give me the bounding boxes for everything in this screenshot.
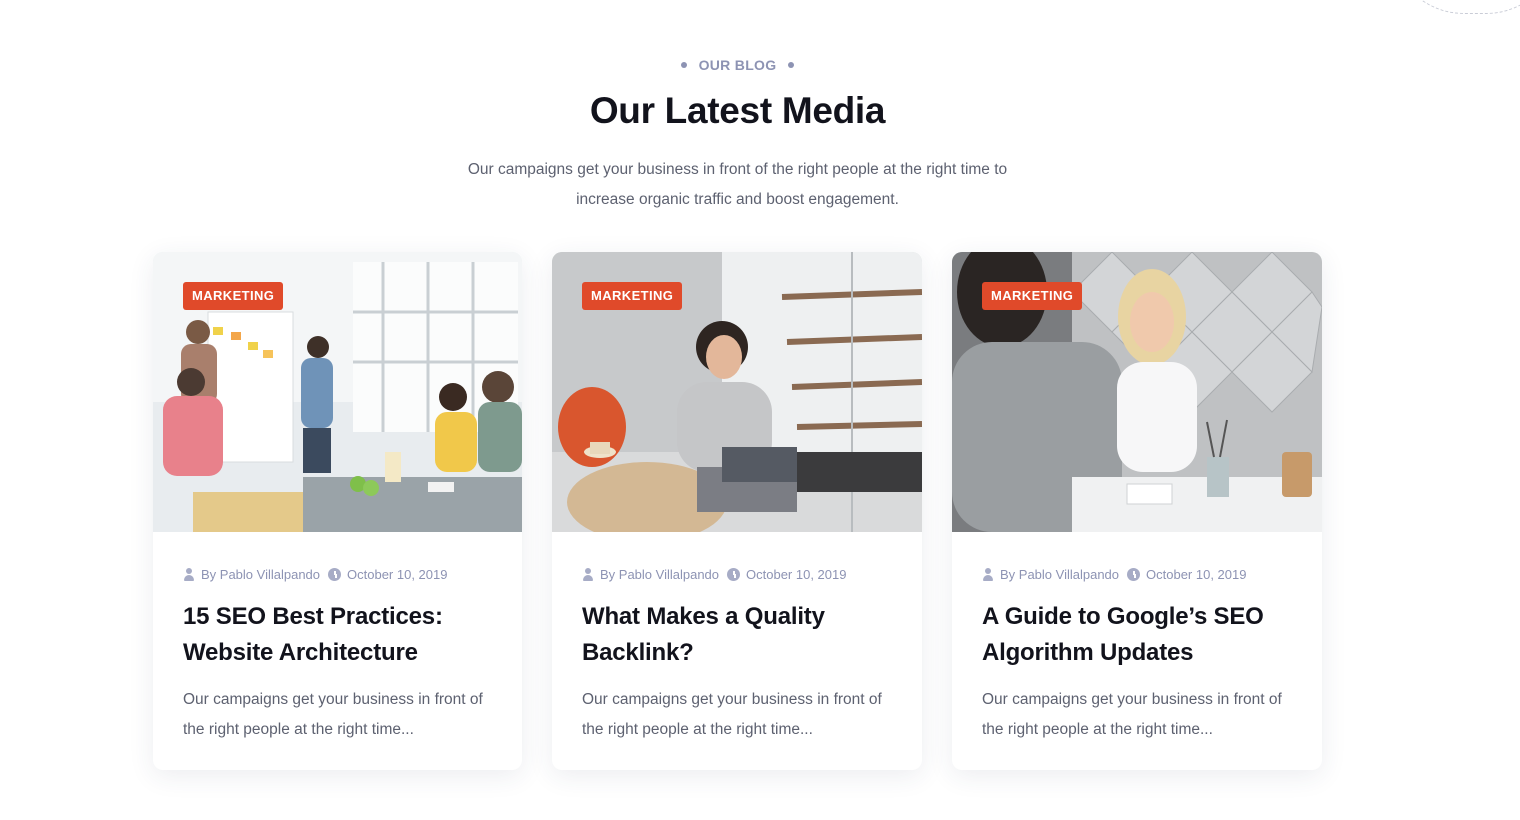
section-eyebrow: OUR BLOG bbox=[680, 55, 795, 75]
blog-section-header: OUR BLOG Our Latest Media Our campaigns … bbox=[0, 55, 1475, 215]
author-icon bbox=[582, 567, 594, 581]
card-body: By Pablo Villalpando October 10, 2019 15… bbox=[153, 532, 522, 745]
blog-card-list: MARKETING By Pablo Villalpando October 1… bbox=[153, 252, 1322, 770]
post-author[interactable]: By Pablo Villalpando bbox=[1000, 567, 1119, 582]
decorative-dashed-arc bbox=[1390, 0, 1520, 14]
post-meta: By Pablo Villalpando October 10, 2019 bbox=[183, 564, 492, 584]
post-meta: By Pablo Villalpando October 10, 2019 bbox=[982, 564, 1292, 584]
clock-icon bbox=[727, 567, 741, 581]
card-body: By Pablo Villalpando October 10, 2019 Wh… bbox=[552, 532, 922, 745]
category-badge[interactable]: MARKETING bbox=[582, 282, 683, 310]
post-date: October 10, 2019 bbox=[347, 566, 448, 582]
post-author[interactable]: By Pablo Villalpando bbox=[201, 567, 320, 582]
eyebrow-dot-right bbox=[788, 62, 795, 68]
category-badge[interactable]: MARKETING bbox=[183, 282, 284, 310]
section-heading: Our Latest Media bbox=[589, 90, 886, 131]
post-excerpt: Our campaigns get your business in front… bbox=[183, 691, 483, 738]
post-title[interactable]: A Guide to Google’s SEO Algorithm Update… bbox=[982, 599, 1292, 671]
eyebrow-dot-left bbox=[680, 62, 687, 68]
post-title[interactable]: What Makes a Quality Backlink? bbox=[582, 599, 892, 671]
post-thumbnail-image[interactable]: MARKETING bbox=[552, 252, 922, 532]
post-date: October 10, 2019 bbox=[746, 566, 847, 582]
card-body: By Pablo Villalpando October 10, 2019 A … bbox=[952, 532, 1322, 745]
section-subtext: Our campaigns get your business in front… bbox=[467, 161, 1008, 208]
blog-card[interactable]: MARKETING By Pablo Villalpando October 1… bbox=[552, 252, 922, 770]
blog-card[interactable]: MARKETING By Pablo Villalpando October 1… bbox=[153, 252, 522, 770]
author-icon bbox=[982, 567, 994, 581]
author-icon bbox=[183, 567, 195, 581]
post-date: October 10, 2019 bbox=[1146, 566, 1247, 582]
category-badge[interactable]: MARKETING bbox=[982, 282, 1083, 310]
post-thumbnail-image[interactable]: MARKETING bbox=[153, 252, 522, 532]
clock-icon bbox=[328, 567, 342, 581]
post-meta: By Pablo Villalpando October 10, 2019 bbox=[582, 564, 892, 584]
post-thumbnail-image[interactable]: MARKETING bbox=[952, 252, 1322, 532]
clock-icon bbox=[1127, 567, 1141, 581]
post-excerpt: Our campaigns get your business in front… bbox=[582, 691, 882, 738]
post-author[interactable]: By Pablo Villalpando bbox=[600, 567, 719, 582]
post-excerpt: Our campaigns get your business in front… bbox=[982, 691, 1282, 738]
eyebrow-label: OUR BLOG bbox=[698, 57, 777, 73]
blog-card[interactable]: MARKETING By Pablo Villalpando October 1… bbox=[952, 252, 1322, 770]
post-title[interactable]: 15 SEO Best Practices: Website Architect… bbox=[183, 599, 492, 671]
